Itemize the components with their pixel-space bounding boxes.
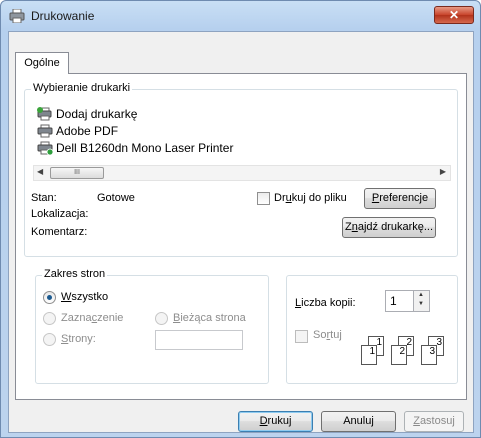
range-all-radio[interactable] <box>43 291 56 304</box>
location-label: Lokalizacja: <box>31 208 89 220</box>
status-value: Gotowe <box>97 192 135 204</box>
status-label: Stan: <box>31 192 57 204</box>
range-all-label[interactable]: Wszystko <box>61 291 108 303</box>
title-bar[interactable]: Drukowanie ✕ <box>1 1 480 31</box>
copies-input[interactable]: 1 ▲ ▼ <box>385 290 430 312</box>
printer-item-add[interactable]: Dodaj drukarkę <box>37 105 137 123</box>
copies-spinner[interactable]: ▲ ▼ <box>413 291 429 311</box>
close-icon: ✕ <box>448 8 460 22</box>
range-current-radio[interactable] <box>155 312 168 325</box>
scroll-thumb-grip: III <box>74 169 80 176</box>
range-selection-radio[interactable] <box>43 312 56 325</box>
printer-name: Adobe PDF <box>56 124 119 138</box>
range-pages-label[interactable]: Strony: <box>61 333 96 345</box>
comment-label: Komentarz: <box>31 226 88 238</box>
printer-selection-group: Wybieranie drukarki Dodaj drukarkę Adobe… <box>24 82 458 257</box>
printer-name: Dell B1260dn Mono Laser Printer <box>56 141 234 155</box>
printer-selection-legend: Wybieranie drukarki <box>31 82 133 94</box>
apply-button[interactable]: Zastosuj <box>404 411 464 432</box>
collate-checkbox[interactable] <box>295 330 308 343</box>
printer-icon <box>9 9 25 23</box>
scroll-left-icon[interactable]: ◀ <box>37 167 43 176</box>
print-to-file-checkbox[interactable] <box>257 192 270 205</box>
range-pages-radio[interactable] <box>43 333 56 346</box>
printer-item-adobe-pdf[interactable]: Adobe PDF <box>37 122 118 140</box>
find-printer-button[interactable]: Znajdź drukarkę... <box>342 217 436 238</box>
scroll-right-icon[interactable]: ▶ <box>440 167 446 176</box>
collate-page-front: 1 <box>361 345 377 365</box>
collate-page-front: 2 <box>391 345 407 365</box>
collate-page-front: 3 <box>421 345 437 365</box>
tab-general[interactable]: Ogólne <box>15 52 69 74</box>
dialog-client: Ogólne Wybieranie drukarki Dodaj drukark… <box>8 31 474 433</box>
default-printer-icon <box>37 141 53 155</box>
tab-page-general: Wybieranie drukarki Dodaj drukarkę Adobe… <box>15 73 467 400</box>
print-to-file-label[interactable]: Drukuj do pliku <box>274 192 347 204</box>
add-printer-icon <box>37 107 52 121</box>
pages-input[interactable] <box>155 330 243 350</box>
cancel-button[interactable]: Anuluj <box>321 411 396 432</box>
printer-name: Dodaj drukarkę <box>56 107 138 121</box>
copies-label: Liczba kopii: <box>295 297 356 309</box>
tab-general-label: Ogólne <box>24 57 60 69</box>
range-selection-label[interactable]: Zaznaczenie <box>61 312 123 324</box>
close-button[interactable]: ✕ <box>434 6 474 24</box>
copies-group: Liczba kopii: 1 ▲ ▼ Sortuj 1 1 2 2 3 3 <box>286 275 458 384</box>
printer-item-dell[interactable]: Dell B1260dn Mono Laser Printer <box>37 139 233 157</box>
range-current-label[interactable]: Bieżąca strona <box>173 312 246 324</box>
printer-icon <box>37 124 53 138</box>
page-range-group: Zakres stron Wszystko Zaznaczenie Bieżąc… <box>35 268 269 384</box>
preferences-button[interactable]: Preferencje <box>364 188 436 209</box>
scroll-thumb[interactable]: III <box>50 167 104 179</box>
printer-list-scrollbar[interactable]: ◀ III ▶ <box>33 165 451 181</box>
print-dialog: Drukowanie ✕ Ogólne Wybieranie drukarki … <box>0 0 481 438</box>
page-range-legend: Zakres stron <box>42 268 108 280</box>
print-button[interactable]: Drukuj <box>238 411 313 432</box>
collate-label[interactable]: Sortuj <box>313 329 342 341</box>
window-title: Drukowanie <box>31 9 95 23</box>
collate-pages-illustration: 1 1 2 2 3 3 <box>361 336 457 376</box>
spin-down-icon[interactable]: ▼ <box>418 301 424 307</box>
spin-up-icon[interactable]: ▲ <box>418 292 424 298</box>
